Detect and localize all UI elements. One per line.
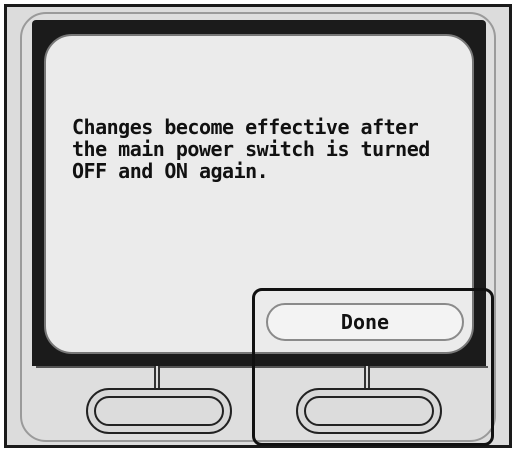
done-highlight-box: [252, 288, 494, 446]
left-soft-key-inner: [94, 396, 224, 426]
left-soft-key[interactable]: [86, 388, 232, 434]
settings-message: Changes become effective after the main …: [72, 115, 430, 183]
